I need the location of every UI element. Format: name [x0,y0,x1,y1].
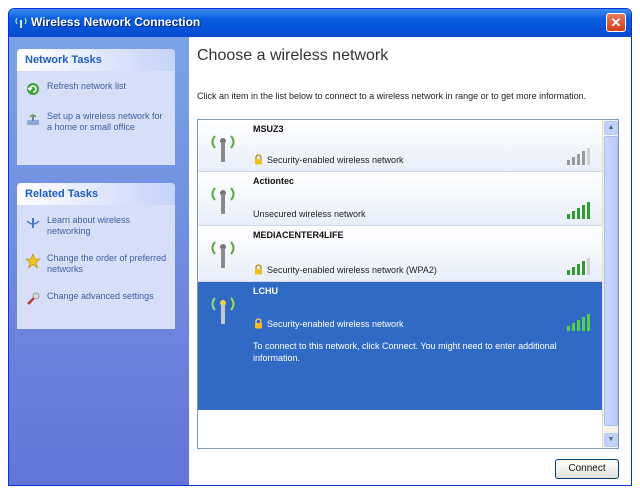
refresh-icon [27,83,39,95]
network-name: LCHU [253,286,278,296]
network-security: Security-enabled wireless network (WPA2) [267,265,437,275]
task-label: Set up a wireless network for a home or … [47,111,163,132]
network-connect-info: To connect to this network, click Connec… [253,341,557,363]
scroll-up-icon[interactable]: ▲ [604,121,618,135]
close-button[interactable]: ✕ [606,13,626,32]
title-bar[interactable]: Wireless Network Connection ✕ [9,9,631,37]
wireless-antenna-icon [211,135,235,162]
network-tasks-header[interactable]: Network Tasks [17,49,175,71]
network-list[interactable]: MSUZ3 Security-enabled wireless network [197,119,619,449]
network-security: Unsecured wireless network [253,209,366,219]
info-icon [26,218,40,228]
main-panel: Choose a wireless network Click an item … [189,37,631,485]
close-icon: ✕ [610,15,622,30]
lock-icon [255,154,262,165]
network-name: MEDIACENTER4LIFE [253,230,344,240]
sidebar: Network Tasks Refresh network list Set u… [9,37,189,485]
wireless-icon [15,17,27,28]
network-item-msuz3[interactable]: MSUZ3 Security-enabled wireless network [198,120,602,172]
network-list-scrollbar[interactable]: ▲ ▼ [602,120,618,448]
lock-icon [255,318,262,329]
star-icon [25,253,41,269]
scroll-thumb[interactable] [604,136,618,426]
signal-strength-icon [567,202,590,219]
network-item-actiontec[interactable]: Actiontec Unsecured wireless network [198,172,602,226]
wireless-antenna-icon [211,187,235,214]
network-item-mediacenter4life[interactable]: MEDIACENTER4LIFE Security-enabled wirele… [198,226,602,282]
setup-wireless-network-link[interactable]: Set up a wireless network for a home or … [17,105,175,137]
related-tasks-header[interactable]: Related Tasks [17,183,175,205]
wireless-network-window: Wireless Network Connection ✕ Network Ta… [8,8,632,486]
connect-button[interactable]: Connect [555,459,619,479]
lock-icon [255,264,262,275]
network-security: Security-enabled wireless network [267,319,404,329]
scroll-down-icon[interactable]: ▼ [604,433,618,447]
signal-strength-icon [567,148,590,165]
network-tasks-panel: Network Tasks Refresh network list Set u… [17,49,175,165]
change-network-order-link[interactable]: Change the order of preferred networks [17,247,175,279]
signal-strength-icon [567,258,590,275]
signal-strength-icon [567,314,590,331]
wireless-antenna-icon [211,297,235,324]
change-advanced-settings-link[interactable]: Change advanced settings [17,285,175,307]
task-label: Change advanced settings [47,291,154,301]
network-name: Actiontec [253,176,295,186]
learn-wireless-link[interactable]: Learn about wireless networking [17,209,175,241]
page-title: Choose a wireless network [197,47,389,64]
window-title: Wireless Network Connection [31,15,201,29]
setup-wireless-icon [27,114,39,125]
network-name: MSUZ3 [253,124,284,134]
settings-icon [27,292,40,305]
network-security: Security-enabled wireless network [267,155,404,165]
page-description: Click an item in the list below to conne… [197,91,587,101]
related-tasks-panel: Related Tasks Learn about wireless netwo… [17,183,175,329]
task-label: Refresh network list [47,81,127,91]
network-item-lchu[interactable]: LCHU Security-enabled wireless network T… [198,282,602,410]
task-label: Learn about wireless networking [47,215,131,236]
wireless-antenna-icon [211,241,235,268]
task-label: Change the order of preferred networks [47,253,167,274]
refresh-network-list-link[interactable]: Refresh network list [17,75,175,97]
